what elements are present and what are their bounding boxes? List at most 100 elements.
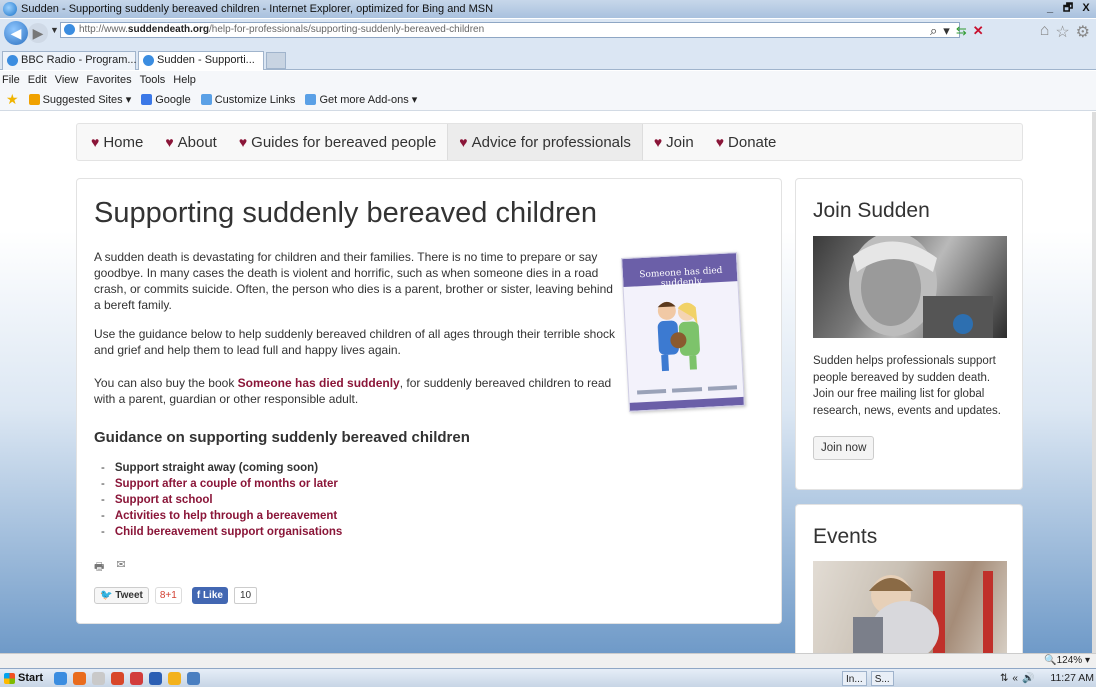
book-link[interactable]: Someone has died suddenly (238, 376, 400, 390)
nav-label: Guides for bereaved people (251, 133, 437, 151)
tweet-button[interactable]: 🐦 Tweet (94, 587, 149, 604)
nav-about[interactable]: ♥ About (154, 124, 228, 160)
email-icon[interactable]: ✉ (116, 558, 125, 577)
join-title: Join Sudden (813, 199, 930, 222)
book-cover-illustration (657, 301, 700, 372)
page-icon (200, 94, 212, 105)
fav-customize-links[interactable]: Customize Links (200, 94, 295, 106)
tray-chevron-icon[interactable]: « (1012, 672, 1018, 685)
history-dropdown-icon[interactable]: ▼ (50, 25, 59, 35)
menu-tools[interactable]: Tools (140, 74, 166, 86)
broken-heart-icon: ♥ (165, 134, 174, 150)
window-titlebar: Sudden - Supporting suddenly bereaved ch… (0, 0, 1096, 18)
firefox-quicklaunch-icon[interactable] (73, 672, 86, 685)
restore-button[interactable]: 🗗 (1060, 1, 1076, 16)
list-item-label[interactable]: Support after a couple of months or late… (115, 478, 338, 490)
forward-button[interactable]: ▶ (28, 23, 48, 43)
start-button[interactable]: Start (2, 671, 47, 686)
guidance-heading: Guidance on supporting suddenly bereaved… (94, 429, 470, 446)
app-quicklaunch-icon[interactable] (187, 672, 200, 685)
list-item-link[interactable]: - Activities to help through a bereavemen… (101, 508, 342, 524)
nav-advice-professionals[interactable]: ♥ Advice for professionals (447, 124, 643, 160)
app-quicklaunch-icon[interactable] (130, 672, 143, 685)
nav-donate[interactable]: ♥ Donate (705, 124, 788, 160)
app-quicklaunch-icon[interactable] (149, 672, 162, 685)
list-item-link[interactable]: - Support at school (101, 492, 342, 508)
address-bar[interactable]: http://www.suddendeath.org/help-for-prof… (60, 22, 960, 38)
list-item-link[interactable]: - Support after a couple of months or lat… (101, 476, 342, 492)
gear-icon[interactable]: ⚙ (1076, 22, 1090, 42)
twitter-bird-icon: 🐦 (100, 590, 113, 601)
app-quicklaunch-icon[interactable] (111, 672, 124, 685)
nav-join[interactable]: ♥ Join (643, 124, 705, 160)
back-button[interactable]: ◀ (4, 21, 28, 45)
tweet-label: Tweet (115, 590, 143, 601)
zoom-level[interactable]: 🔍124% ▾ (1044, 654, 1090, 668)
print-icon[interactable]: 🖶 (94, 558, 104, 577)
menu-view[interactable]: View (55, 74, 79, 86)
list-item: - Support straight away (coming soon) (101, 462, 319, 474)
taskbar-task[interactable]: S... (870, 671, 894, 686)
ie-quicklaunch-icon[interactable] (54, 672, 67, 685)
intro-paragraph: A sudden death is devastating for childr… (94, 250, 613, 312)
fav-label: Suggested Sites ▾ (42, 94, 132, 106)
nav-home[interactable]: ♥ Home (77, 124, 154, 160)
fav-suggested-sites[interactable]: Suggested Sites ▾ (28, 93, 132, 106)
taskbar-clock[interactable]: 11:27 AM (1050, 671, 1094, 686)
tab-label: Sudden - Supporti... (157, 54, 255, 66)
fav-google[interactable]: Google (141, 93, 191, 106)
browser-toolbar-icons: ⌂ ☆ ⚙ (1040, 22, 1090, 42)
dropdown-icon[interactable]: ▾ (943, 23, 950, 39)
fav-label: Get more Add-ons ▾ (319, 94, 418, 106)
search-icon[interactable]: ⌕ (930, 23, 937, 39)
list-item-label[interactable]: Activities to help through a bereavement (115, 510, 337, 522)
vertical-scrollbar[interactable] (1092, 112, 1096, 653)
taskbar-task[interactable]: In... (842, 671, 867, 686)
favorites-star-icon[interactable]: ★ (6, 91, 19, 108)
nav-guides[interactable]: ♥ Guides for bereaved people (228, 124, 447, 160)
menu-help[interactable]: Help (173, 74, 196, 86)
network-icon[interactable]: ⇅ (1000, 672, 1008, 685)
minimize-button[interactable]: _ (1042, 1, 1058, 16)
main-content-panel: Supporting suddenly bereaved children A … (76, 178, 782, 624)
separator-icon (92, 672, 105, 685)
list-item-label[interactable]: Child bereavement support organisations (115, 526, 342, 538)
compat-view-icon[interactable]: ⇆ (956, 23, 967, 39)
nav-label: Home (103, 133, 144, 151)
menu-edit[interactable]: Edit (28, 74, 47, 86)
url-prefix: http://www. (79, 24, 128, 35)
tab-sudden[interactable]: Sudden - Supporti... × (138, 51, 272, 70)
fav-get-addons[interactable]: Get more Add-ons ▾ (305, 93, 417, 106)
window-controls: _ 🗗 X (1042, 1, 1094, 16)
fav-label: Google (155, 93, 191, 106)
broken-heart-icon: ♥ (715, 134, 725, 150)
chrome-quicklaunch-icon[interactable] (168, 672, 181, 685)
menu-file[interactable]: File (2, 74, 20, 86)
favorites-star-icon[interactable]: ☆ (1055, 22, 1069, 42)
book-cover-image[interactable]: Someone has died suddenly (621, 252, 745, 412)
menu-bar: File Edit View Favorites Tools Help (0, 71, 1096, 89)
book-cover-logos (636, 385, 738, 398)
list-item-label[interactable]: Support at school (115, 494, 213, 506)
tab-bbc-radio[interactable]: BBC Radio - Program... (2, 51, 137, 70)
volume-icon[interactable]: 🔊 (1022, 672, 1034, 685)
system-tray: ⇅ « 🔊 (1000, 672, 1034, 685)
close-window-button[interactable]: X (1078, 1, 1094, 16)
fb-like-label: Like (202, 590, 223, 601)
taskbar: Start In... S... ⇅ « 🔊 11:27 AM (0, 668, 1096, 687)
events-title: Events (813, 525, 878, 548)
stop-icon[interactable]: ✕ (973, 23, 984, 39)
page-viewport[interactable]: ♥ Home ♥ About ♥ Guides for bereaved people… (0, 112, 1096, 653)
menu-favorites[interactable]: Favorites (86, 74, 131, 86)
facebook-like-count: 10 (233, 587, 258, 604)
join-now-button[interactable]: Join now (813, 436, 875, 460)
book-cover-band (629, 396, 744, 411)
list-item-link[interactable]: - Child bereavement support organisations (101, 524, 342, 540)
facebook-like-button[interactable]: f Like (191, 587, 228, 604)
broken-heart-icon: ♥ (459, 134, 468, 150)
new-tab-button[interactable] (266, 52, 286, 69)
google-plus-button[interactable]: 8+1 (154, 587, 182, 604)
book-cover-title: Someone has died suddenly (639, 265, 723, 290)
url-path: /help-for-professionals/supporting-sudde… (209, 24, 485, 35)
home-icon[interactable]: ⌂ (1040, 22, 1050, 42)
